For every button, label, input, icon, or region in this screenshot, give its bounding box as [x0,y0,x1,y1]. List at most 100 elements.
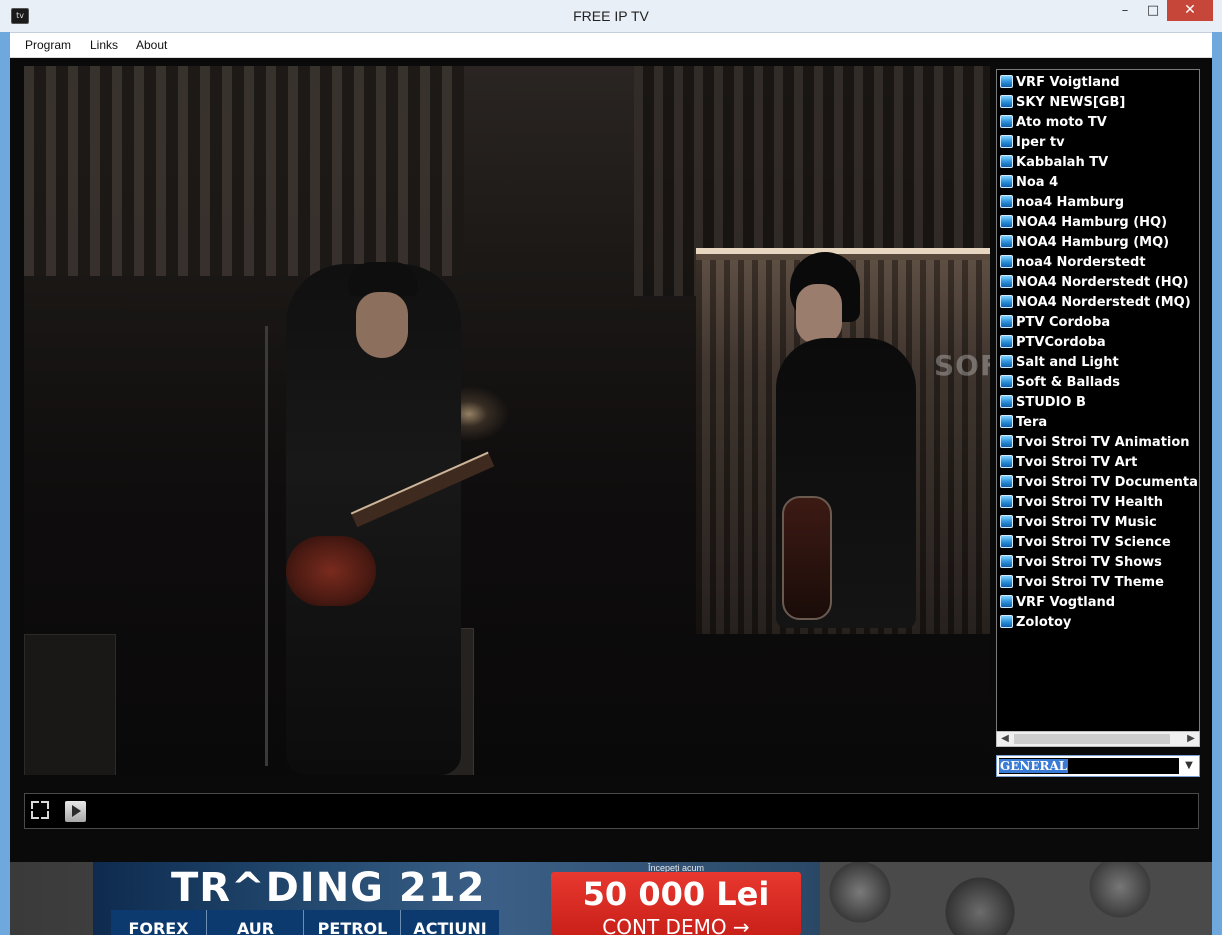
channel-item[interactable]: VRF Vogtland [1000,593,1115,613]
channel-label: noa4 Hamburg [1016,195,1125,210]
channel-label: Ato moto TV [1016,115,1107,130]
channel-label: Noa 4 [1016,175,1059,190]
channel-item[interactable]: Tvoi Stroi TV Animation [1000,433,1190,453]
channel-item[interactable]: PTVCordoba [1000,333,1106,353]
window-title: FREE IP TV [573,8,649,24]
ad-tab-aur[interactable]: AUR [208,910,304,935]
menu-links[interactable]: Links [90,38,118,52]
close-button[interactable]: ✕ [1167,0,1213,21]
video-scene-face-right [796,284,842,344]
channel-label: Tvoi Stroi TV Documentar [1016,475,1200,490]
tv-channel-icon [1000,615,1013,628]
channel-list[interactable]: VRF Voigtland SKY NEWS[GB] Ato moto TV Iper… [996,69,1200,733]
tv-channel-icon [1000,395,1013,408]
tv-channel-icon [1000,515,1013,528]
maximize-button[interactable]: □ [1139,0,1167,21]
channel-label: Iper tv [1016,135,1065,150]
channel-item[interactable]: Tvoi Stroi TV Shows [1000,553,1162,573]
channel-item[interactable]: Ato moto TV [1000,113,1107,133]
channel-item[interactable]: Noa 4 [1000,173,1058,193]
channel-item[interactable]: Tera [1000,413,1047,433]
channel-label: Tvoi Stroi TV Shows [1016,555,1162,570]
channel-item[interactable]: SKY NEWS[GB] [1000,93,1125,113]
tv-channel-icon [1000,575,1013,588]
channel-item[interactable]: Tvoi Stroi TV Art [1000,453,1137,473]
category-selected-value[interactable]: GENERAL [999,758,1179,774]
channel-item[interactable]: Soft & Ballads [1000,373,1120,393]
tv-channel-icon [1000,215,1013,228]
video-scene-guitar-right [782,496,832,620]
tv-channel-icon [1000,555,1013,568]
channel-item[interactable]: Tvoi Stroi TV Theme [1000,573,1164,593]
video-scene-amplifier [24,634,116,775]
channel-label: Tvoi Stroi TV Art [1016,455,1138,470]
chevron-down-icon[interactable]: ▼ [1181,758,1197,774]
channel-item[interactable]: Kabbalah TV [1000,153,1108,173]
channel-item[interactable]: Iper tv [1000,133,1065,153]
channel-label: Kabbalah TV [1016,155,1109,170]
app-window: tv FREE IP TV – □ ✕ Program Links About … [0,0,1222,935]
channel-label: Zolotoy [1016,615,1072,630]
channel-label: VRF Vogtland [1016,595,1116,610]
video-scene-guitar-left [286,536,376,606]
tv-channel-icon [1000,475,1013,488]
channel-item[interactable]: STUDIO B [1000,393,1086,413]
channel-label: VRF Voigtland [1016,75,1120,90]
tv-channel-icon [1000,255,1013,268]
title-bar[interactable]: tv FREE IP TV – □ ✕ [0,0,1222,33]
video-player[interactable]: SOFTPEDIA [24,66,990,775]
play-icon[interactable] [65,801,86,822]
menu-bar: Program Links About [10,33,1212,58]
minimize-button[interactable]: – [1111,0,1139,21]
channel-item[interactable]: PTV Cordoba [1000,313,1110,333]
channel-item[interactable]: NOA4 Hamburg (MQ) [1000,233,1169,253]
channel-item[interactable]: Zolotoy [1000,613,1071,633]
tv-channel-icon [1000,595,1013,608]
menu-program[interactable]: Program [25,38,71,52]
channel-item[interactable]: Tvoi Stroi TV Documentar [1000,473,1200,493]
ad-tab-forex[interactable]: FOREX [111,910,207,935]
channel-item[interactable]: Salt and Light [1000,353,1119,373]
menu-about[interactable]: About [136,38,167,52]
channel-label: Tvoi Stroi TV Science [1016,535,1171,550]
ad-cta-button[interactable]: 50 000 Lei CONT DEMO → [551,872,801,935]
tv-channel-icon [1000,75,1013,88]
tv-channel-icon [1000,195,1013,208]
channel-item[interactable]: NOA4 Norderstedt (HQ) [1000,273,1189,293]
tv-channel-icon [1000,495,1013,508]
tv-channel-icon [1000,95,1013,108]
channel-item[interactable]: Tvoi Stroi TV Science [1000,533,1171,553]
ad-tab-petrol[interactable]: PETROL [305,910,401,935]
tv-channel-icon [1000,155,1013,168]
channel-item[interactable]: VRF Voigtland [1000,73,1120,93]
channel-label: Tvoi Stroi TV Animation [1016,435,1190,450]
channel-list-hscrollbar[interactable]: ◀ ▶ [996,731,1200,747]
channel-item[interactable]: noa4 Hamburg [1000,193,1124,213]
ad-background-right [820,862,1212,935]
tv-channel-icon [1000,315,1013,328]
channel-label: Tvoi Stroi TV Music [1016,515,1157,530]
channel-label: PTVCordoba [1016,335,1106,350]
channel-label: NOA4 Hamburg (HQ) [1016,215,1168,230]
video-scene-face-left [356,292,408,358]
ad-tab-actiuni[interactable]: ACTIUNI [402,910,498,935]
ad-tabs: FOREX AUR PETROL ACTIUNI [111,910,499,935]
scroll-right-arrow-icon[interactable]: ▶ [1183,732,1199,746]
ad-logo: TR^DING 212 [171,865,486,911]
channel-item[interactable]: Tvoi Stroi TV Health [1000,493,1163,513]
tv-channel-icon [1000,295,1013,308]
channel-item[interactable]: NOA4 Hamburg (HQ) [1000,213,1167,233]
ad-banner[interactable]: TR^DING 212 Începeți acum 50 000 Lei CON… [93,862,820,935]
category-dropdown[interactable]: GENERAL ▼ [996,755,1200,777]
channel-item[interactable]: Tvoi Stroi TV Music [1000,513,1157,533]
scroll-left-arrow-icon[interactable]: ◀ [997,732,1013,746]
channel-item[interactable]: NOA4 Norderstedt (MQ) [1000,293,1191,313]
video-scene-hat [348,262,418,296]
fullscreen-icon[interactable] [31,801,49,819]
tv-channel-icon [1000,535,1013,548]
scroll-thumb[interactable] [1014,734,1170,744]
channel-label: NOA4 Hamburg (MQ) [1016,235,1170,250]
watermark: SOFTPEDIA [934,349,990,382]
channel-item[interactable]: noa4 Norderstedt [1000,253,1146,273]
tv-channel-icon [1000,175,1013,188]
